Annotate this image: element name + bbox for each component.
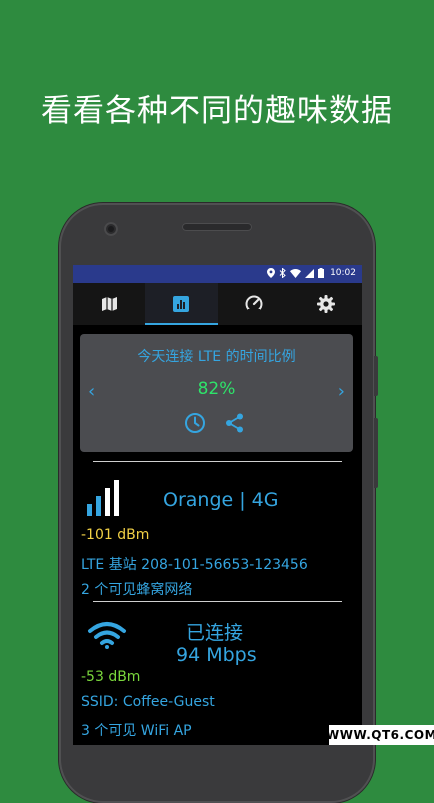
section-divider: [93, 601, 342, 602]
phone-volume-button: [374, 418, 378, 488]
section-divider: [93, 461, 342, 462]
app-screen: 10:02 今天连接 LTE 的时间比例 ‹ 82% › Orange | 4G…: [73, 265, 362, 745]
map-icon: [101, 297, 117, 311]
wifi-signal-strength: -53 dBm: [81, 669, 141, 685]
speedometer-icon: [245, 295, 263, 313]
cell-signal-bars-icon: [87, 480, 119, 516]
phone-side-button: [374, 356, 378, 396]
operator-name: Orange | 4G: [163, 489, 279, 511]
visible-wifi-aps: 3 个可见 WiFi AP: [81, 723, 192, 739]
history-clock-icon[interactable]: [184, 412, 206, 434]
tab-speed[interactable]: [218, 283, 290, 325]
tab-stats[interactable]: [145, 283, 218, 325]
gear-icon: [316, 295, 335, 313]
lte-card-title: 今天连接 LTE 的时间比例: [137, 349, 296, 365]
stats-icon: [173, 296, 190, 312]
cell-signal-strength: -101 dBm: [81, 527, 150, 543]
next-stat-button[interactable]: ›: [338, 381, 345, 402]
wifi-icon: [88, 622, 126, 649]
lte-stats-card: 今天连接 LTE 的时间比例 ‹ 82% ›: [80, 334, 353, 452]
share-icon[interactable]: [224, 412, 246, 434]
tab-bar: [73, 283, 362, 325]
lte-base-station: LTE 基站 208-101-56653-123456: [81, 557, 308, 573]
wifi-status-icon: [290, 268, 302, 278]
phone-speaker: [182, 223, 252, 231]
status-time: 10:02: [330, 268, 356, 278]
tab-map[interactable]: [73, 283, 145, 325]
status-bar: 10:02: [73, 265, 362, 283]
battery-icon: [318, 268, 325, 278]
bluetooth-icon: [279, 268, 286, 278]
location-icon: [267, 268, 276, 278]
wifi-ssid: SSID: Coffee-Guest: [81, 694, 215, 710]
visible-cell-networks: 2 个可见蜂窝网络: [81, 582, 193, 598]
cell-signal-icon: [305, 268, 315, 278]
promo-headline: 看看各种不同的趣味数据: [41, 93, 393, 129]
front-camera: [104, 222, 118, 236]
wifi-speed: 94 Mbps: [176, 644, 257, 666]
tab-settings[interactable]: [290, 283, 362, 325]
lte-percentage: 82%: [197, 379, 236, 399]
wifi-connection-status: 已连接: [186, 622, 244, 644]
site-watermark: WWW.QT6.COM: [326, 725, 434, 745]
